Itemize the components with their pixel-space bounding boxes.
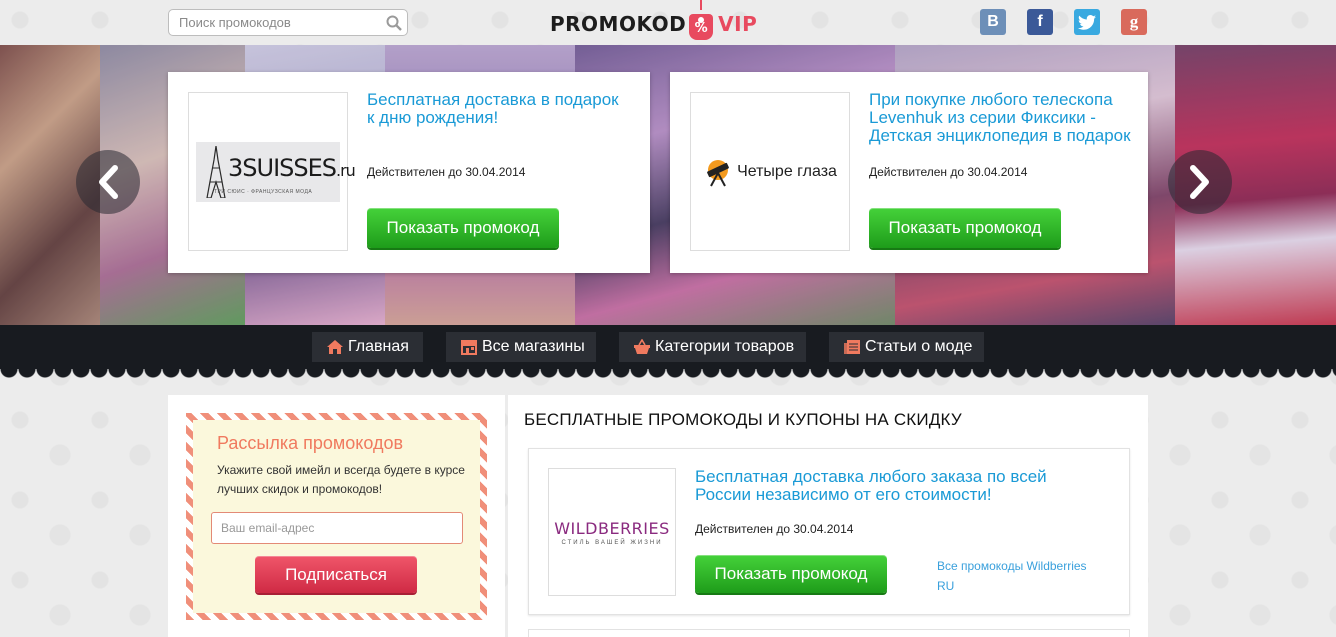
articles-icon (843, 339, 861, 355)
coupon-validity: Действителен до 30.04.2014 (367, 165, 526, 179)
newsletter-description: Укажите свой имейл и всегда будете в кур… (217, 463, 465, 496)
site-header: PROMOKOD % VIP B f g (0, 0, 1336, 45)
social-links: B f g (980, 9, 1168, 35)
newsletter-title: Рассылка промокодов (217, 433, 404, 453)
nav-item-fashion-articles[interactable]: Статьи о моде (829, 332, 984, 362)
chetyre-glaza-logo: Четыре глаза (703, 157, 837, 187)
search-input[interactable] (169, 15, 381, 30)
basket-icon (633, 339, 651, 355)
coupon-validity: Действителен до 30.04.2014 (695, 522, 854, 536)
brand-tagline: СТИЛЬ ВАШЕЙ ЖИЗНИ (561, 539, 663, 546)
coupon-title[interactable]: Бесплатная доставка любого заказа по все… (695, 468, 1095, 504)
show-promocode-button[interactable]: Показать промокод (869, 208, 1061, 248)
twitter-icon[interactable] (1074, 9, 1100, 35)
logo-word-promokod: PROMOKOD (550, 12, 687, 36)
nav-label: Главная (348, 338, 409, 355)
store-promocodes-link[interactable]: Все промокоды Wildberries RU (937, 556, 1107, 596)
nav-item-home[interactable]: Главная (312, 332, 423, 362)
brand-name: WILDBERRIES (554, 518, 670, 538)
newsletter-box: Рассылка промокодов Укажите свой имейл и… (186, 413, 487, 620)
home-icon (326, 339, 344, 355)
promo-slider: 3SUISSES.ru ТРИ СЮИС · ФРАНЦУЗСКАЯ МОДА … (0, 45, 1336, 325)
nav-item-all-stores[interactable]: Все магазины (446, 332, 596, 362)
search-box (168, 9, 408, 36)
brand-tagline: ТРИ СЮИС · ФРАНЦУЗСКАЯ МОДА (214, 188, 313, 195)
3suisses-logo: 3SUISSES.ru ТРИ СЮИС · ФРАНЦУЗСКАЯ МОДА (196, 141, 356, 202)
brand-suffix: .ru (336, 160, 356, 180)
coupon-card: WILDBERRIES СТИЛЬ ВАШЕЙ ЖИЗНИ Бесплатная… (528, 448, 1130, 615)
search-icon[interactable] (381, 10, 407, 36)
store-icon (460, 339, 478, 355)
slider-card: 3SUISSES.ru ТРИ СЮИС · ФРАНЦУЗСКАЯ МОДА … (168, 72, 650, 273)
slider-next-arrow-icon[interactable] (1168, 150, 1232, 214)
wildberries-logo: WILDBERRIES СТИЛЬ ВАШЕЙ ЖИЗНИ (554, 519, 670, 546)
coupon-title[interactable]: Бесплатная доставка в подарок к дню рожд… (367, 91, 629, 147)
google-plus-icon[interactable]: g (1121, 9, 1147, 35)
nav-label: Категории товаров (655, 338, 795, 355)
coupon-validity: Действителен до 30.04.2014 (869, 165, 1028, 179)
store-logo[interactable]: WILDBERRIES СТИЛЬ ВАШЕЙ ЖИЗНИ (548, 468, 676, 596)
email-field[interactable] (211, 512, 463, 544)
show-promocode-button[interactable]: Показать промокод (367, 208, 559, 248)
store-logo[interactable]: 3SUISSES.ru ТРИ СЮИС · ФРАНЦУЗСКАЯ МОДА (188, 92, 356, 251)
main-content: БЕСПЛАТНЫЕ ПРОМОКОДЫ И КУПОНЫ НА СКИДКУ … (508, 395, 1148, 637)
store-logo[interactable]: Четыре глаза (690, 92, 850, 251)
brand-name: 3SUISSES (228, 153, 337, 182)
brand-name: Четыре глаза (737, 162, 837, 180)
subscribe-button[interactable]: Подписаться (255, 556, 417, 593)
coupon-card (528, 629, 1130, 637)
nav-label: Все магазины (482, 338, 585, 355)
slider-prev-arrow-icon[interactable] (76, 150, 140, 214)
logo-word-vip: VIP (718, 12, 758, 36)
sidebar: Рассылка промокодов Укажите свой имейл и… (168, 395, 505, 637)
nav-item-categories[interactable]: Категории товаров (619, 332, 806, 362)
show-promocode-button[interactable]: Показать промокод (695, 555, 887, 593)
vkontakte-icon[interactable]: B (980, 9, 1006, 35)
main-nav: Главная Все магазины Категории товаров С… (0, 325, 1336, 369)
site-logo[interactable]: PROMOKOD % VIP (550, 0, 758, 40)
nav-label: Статьи о моде (865, 338, 973, 355)
slider-card: Четыре глаза При покупке любого телескоп… (670, 72, 1148, 273)
page-title: БЕСПЛАТНЫЕ ПРОМОКОДЫ И КУПОНЫ НА СКИДКУ (524, 410, 962, 429)
price-tag-icon: % (688, 0, 714, 48)
telescope-icon (707, 159, 729, 186)
facebook-icon[interactable]: f (1027, 9, 1053, 35)
coupon-title[interactable]: При покупке любого телескопа Levenhuk из… (869, 91, 1131, 147)
nav-scalloped-edge (0, 369, 1336, 379)
